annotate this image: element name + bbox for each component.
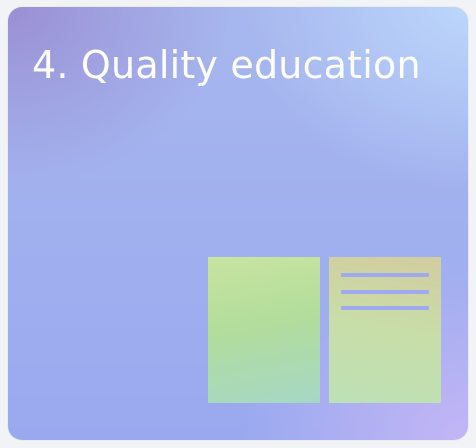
book-text-line [341, 273, 429, 277]
open-book-icon [208, 257, 441, 403]
quality-education-card[interactable]: 4. Quality education [8, 7, 468, 440]
book-text-line [341, 306, 429, 310]
card-title: 4. Quality education [32, 43, 421, 87]
book-text-line [341, 290, 429, 294]
book-right-page [329, 257, 441, 403]
book-left-page [208, 257, 320, 403]
